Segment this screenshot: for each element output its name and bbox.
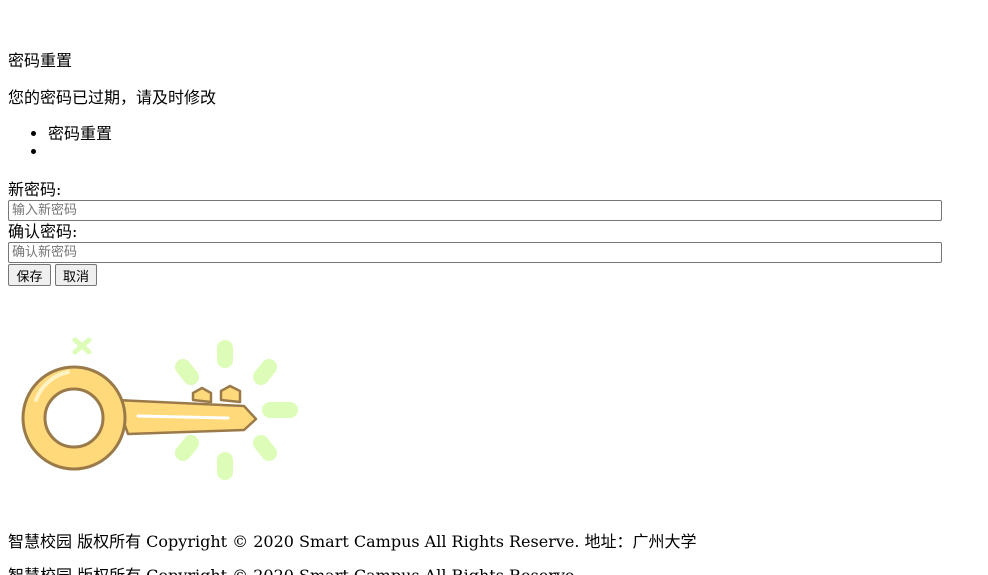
expired-notice: 您的密码已过期，请及时修改	[8, 88, 217, 107]
new-password-input[interactable]	[8, 200, 942, 221]
cancel-button[interactable]: 取消	[55, 264, 97, 286]
footer-copyright-address: 智慧校园 版权所有 Copyright © 2020 Smart Campus …	[8, 532, 697, 551]
footer-copyright: 智慧校园 版权所有 Copyright © 2020 Smart Campus …	[8, 566, 579, 575]
nav-item-password-reset[interactable]: 密码重置	[48, 125, 112, 143]
save-button[interactable]: 保存	[8, 264, 51, 286]
key-icon	[21, 337, 298, 480]
nav-list: 密码重置	[8, 125, 112, 161]
new-password-label: 新密码:	[8, 180, 62, 199]
confirm-password-label: 确认密码:	[8, 222, 78, 241]
page-title: 密码重置	[8, 51, 73, 70]
nav-item-empty[interactable]	[48, 143, 112, 161]
password-reset-page: 密码重置 您的密码已过期，请及时修改 密码重置 新密码: 确认密码: 保存 取消	[0, 0, 988, 575]
key-illustration	[8, 330, 308, 490]
cross-sparkle	[72, 337, 92, 355]
confirm-password-input[interactable]	[8, 242, 942, 263]
